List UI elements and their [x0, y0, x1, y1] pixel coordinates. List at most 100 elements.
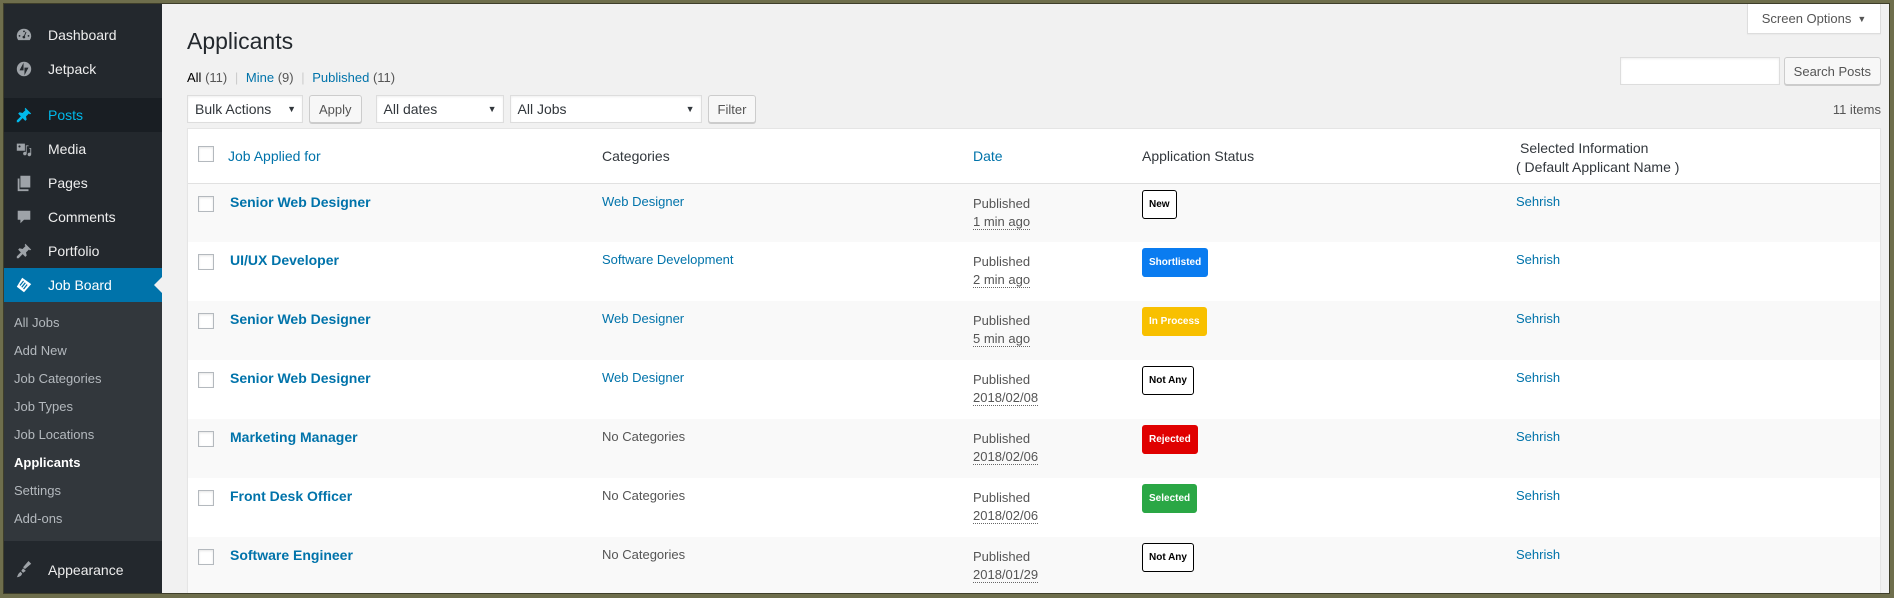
category: No Categories — [602, 488, 686, 503]
submenu-item-all-jobs[interactable]: All Jobs — [4, 309, 162, 337]
sidebar-item-media[interactable]: Media — [4, 132, 162, 166]
row-checkbox[interactable] — [198, 490, 214, 506]
applicant-name-link[interactable]: Sehrish — [1516, 370, 1560, 385]
admin-sidebar: Dashboard Jetpack Posts Media Pages Comm… — [4, 4, 162, 593]
sidebar-item-label: Pages — [48, 175, 88, 191]
pages-icon — [14, 173, 34, 193]
post-date: 2018/02/06 — [973, 508, 1039, 524]
applicant-name-link[interactable]: Sehrish — [1516, 194, 1560, 209]
applicant-name-link[interactable]: Sehrish — [1516, 429, 1560, 444]
submenu-item-job-locations[interactable]: Job Locations — [4, 421, 162, 449]
sidebar-item-posts[interactable]: Posts — [4, 98, 162, 132]
post-status: Published — [973, 195, 1031, 211]
pin-icon — [14, 241, 34, 261]
row-checkbox[interactable] — [198, 372, 214, 388]
filter-button[interactable]: Filter — [707, 95, 757, 123]
table-row: Marketing Manager No Categories Publishe… — [188, 419, 1880, 478]
view-mine-count: (9) — [277, 70, 294, 85]
status-badge: Rejected — [1142, 425, 1198, 454]
bulk-actions-select[interactable]: Bulk Actions ▼ — [187, 95, 303, 123]
category: No Categories — [602, 429, 686, 444]
jetpack-icon — [14, 59, 34, 79]
view-all-link[interactable]: All — [187, 70, 201, 85]
submenu-item-settings[interactable]: Settings — [4, 477, 162, 505]
sidebar-item-dashboard[interactable]: Dashboard — [4, 18, 162, 52]
row-checkbox[interactable] — [198, 313, 214, 329]
main-content: Screen Options ▼ Applicants All (11) | M… — [162, 4, 1889, 593]
submenu-item-job-types[interactable]: Job Types — [4, 393, 162, 421]
post-date: 2 min ago — [973, 272, 1031, 288]
row-checkbox[interactable] — [198, 549, 214, 565]
table-row: Front Desk Officer No Categories Publish… — [188, 478, 1880, 537]
sidebar-item-label: Posts — [48, 107, 84, 123]
search-input[interactable] — [1619, 57, 1780, 85]
job-title-link[interactable]: UI/UX Developer — [228, 252, 339, 268]
sidebar-item-jetpack[interactable]: Jetpack — [4, 52, 162, 86]
submenu-item-add-new[interactable]: Add New — [4, 337, 162, 365]
dates-filter-select[interactable]: All dates ▼ — [375, 95, 504, 123]
applicant-name-link[interactable]: Sehrish — [1516, 252, 1560, 267]
applicant-name-link[interactable]: Sehrish — [1516, 488, 1560, 503]
caret-down-icon: ▼ — [487, 104, 497, 114]
screen-options-button[interactable]: Screen Options ▼ — [1747, 4, 1881, 34]
apply-button[interactable]: Apply — [309, 95, 362, 123]
column-job-applied-for[interactable]: Job Applied for — [228, 129, 602, 184]
submenu-item-job-categories[interactable]: Job Categories — [4, 365, 162, 393]
page-title: Applicants — [187, 28, 294, 54]
select-all-checkbox[interactable] — [198, 146, 214, 163]
column-info-line1: Selected Information — [1520, 139, 1649, 156]
applicant-name-link[interactable]: Sehrish — [1516, 547, 1560, 562]
caret-down-icon: ▼ — [1857, 13, 1867, 24]
pin-icon — [14, 105, 34, 125]
post-status: Published — [973, 313, 1031, 328]
column-categories: Categories — [602, 129, 973, 184]
post-date: 2018/02/08 — [973, 390, 1039, 406]
job-title-link[interactable]: Senior Web Designer — [228, 194, 371, 210]
sidebar-item-label: Jetpack — [48, 61, 97, 77]
job-title-link[interactable]: Software Engineer — [228, 547, 353, 563]
search-box: Search Posts — [1619, 57, 1881, 85]
job-title-link[interactable]: Front Desk Officer — [228, 488, 352, 504]
category-link[interactable]: Web Designer — [602, 311, 684, 326]
row-checkbox[interactable] — [198, 431, 214, 447]
column-date[interactable]: Date — [973, 129, 1142, 184]
caret-down-icon: ▼ — [685, 104, 695, 114]
submenu-item-add-ons[interactable]: Add-ons — [4, 505, 162, 533]
table-row: Senior Web Designer Web Designer Publish… — [188, 183, 1880, 242]
sidebar-item-label: Appearance — [48, 562, 124, 578]
row-checkbox[interactable] — [198, 254, 214, 270]
table-row: Senior Web Designer Web Designer Publish… — [188, 360, 1880, 419]
sidebar-item-pages[interactable]: Pages — [4, 166, 162, 200]
category-link[interactable]: Web Designer — [602, 370, 684, 385]
post-status: Published — [973, 549, 1031, 564]
category-link[interactable]: Software Development — [602, 252, 734, 267]
post-date: 1 min ago — [973, 213, 1031, 230]
column-info-line2: ( Default Applicant Name ) — [1516, 158, 1680, 175]
jobs-filter-select[interactable]: All Jobs ▼ — [509, 95, 702, 123]
job-title-link[interactable]: Senior Web Designer — [228, 370, 371, 386]
clipboard-icon — [14, 275, 34, 295]
status-badge: Shortlisted — [1142, 248, 1209, 277]
job-title-link[interactable]: Senior Web Designer — [228, 311, 371, 327]
post-date: 2018/01/29 — [973, 567, 1039, 583]
post-date: 5 min ago — [973, 331, 1031, 347]
job-title-link[interactable]: Marketing Manager — [228, 429, 358, 445]
status-badge: Selected — [1142, 484, 1198, 513]
sidebar-item-comments[interactable]: Comments — [4, 200, 162, 234]
applicant-name-link[interactable]: Sehrish — [1516, 311, 1560, 326]
row-checkbox[interactable] — [198, 195, 214, 212]
column-application-status: Application Status — [1142, 129, 1516, 184]
submenu-item-applicants[interactable]: Applicants — [4, 449, 162, 477]
sidebar-item-appearance[interactable]: Appearance — [4, 553, 162, 587]
category-link[interactable]: Web Designer — [602, 194, 684, 209]
sidebar-item-job-board[interactable]: Job Board — [4, 268, 162, 302]
search-posts-button[interactable]: Search Posts — [1783, 57, 1881, 85]
post-status: Published — [973, 372, 1031, 387]
view-all-count: (11) — [205, 70, 228, 85]
column-selected-information: Selected Information ( Default Applicant… — [1516, 129, 1880, 184]
sidebar-item-portfolio[interactable]: Portfolio — [4, 234, 162, 268]
view-mine-link[interactable]: Mine — [246, 70, 274, 85]
view-published-link[interactable]: Published — [312, 70, 369, 85]
status-badge: In Process — [1142, 307, 1207, 336]
post-status: Published — [973, 254, 1031, 269]
